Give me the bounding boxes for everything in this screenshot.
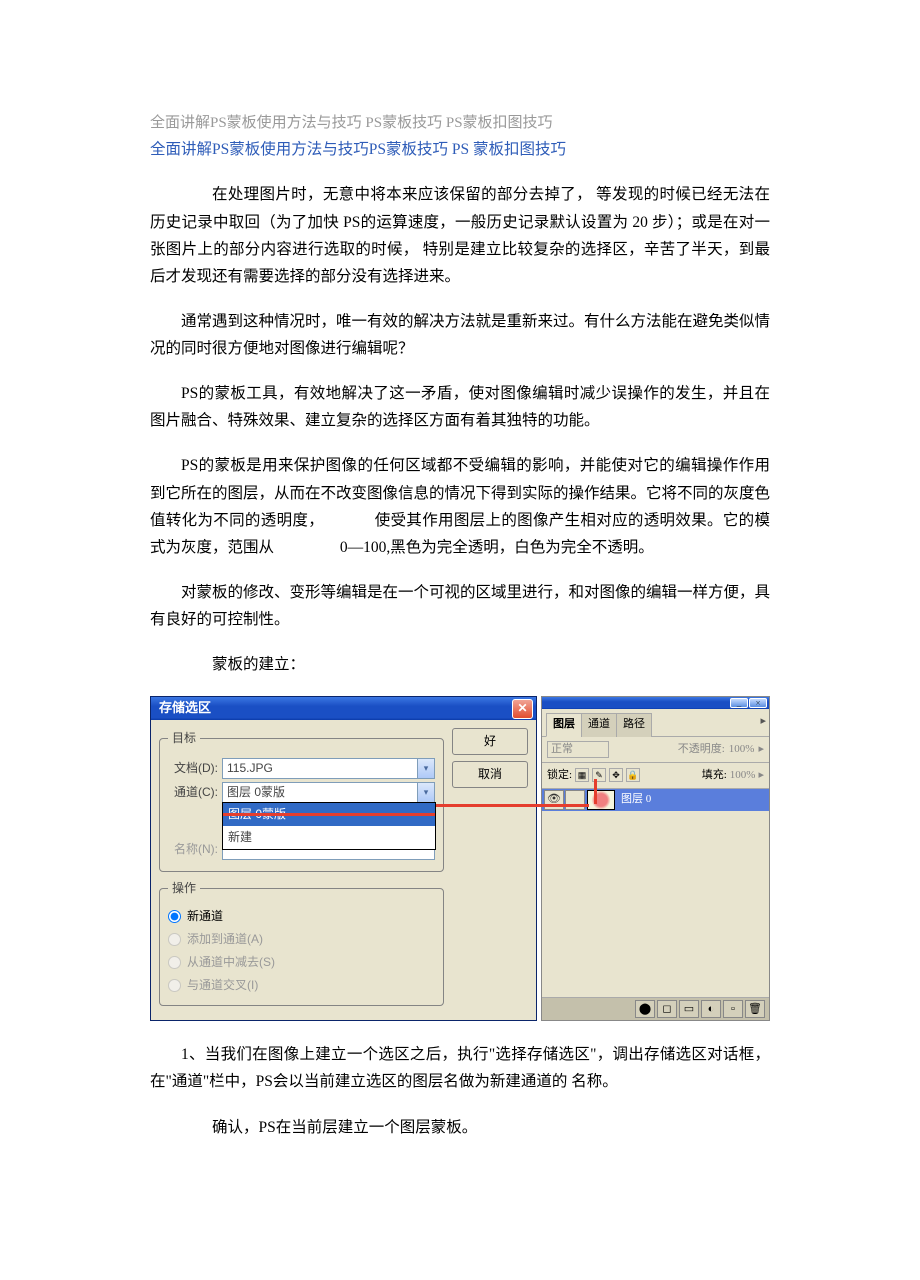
operation-fieldset: 操作 新通道 添加到通道(A) 从通道中减去(S) xyxy=(159,878,444,1006)
opacity-label: 不透明度: xyxy=(678,740,725,759)
minimize-icon[interactable]: _ xyxy=(730,698,748,708)
tab-layers[interactable]: 图层 xyxy=(546,713,582,736)
name-label: 名称(N): xyxy=(168,839,218,860)
dropdown-item-new[interactable]: 新建 xyxy=(223,826,435,849)
blend-mode-select[interactable]: 正常 xyxy=(547,741,609,758)
radio-input xyxy=(168,979,181,992)
ok-button[interactable]: 好 xyxy=(452,728,528,755)
radio-label: 添加到通道(A) xyxy=(187,929,263,950)
paragraph-6: 蒙板的建立： xyxy=(150,651,770,678)
trash-icon[interactable]: 🗑 xyxy=(745,1000,765,1018)
new-layer-icon[interactable]: ▫ xyxy=(723,1000,743,1018)
close-icon[interactable]: × xyxy=(749,698,767,708)
screenshot-composite: 存储选区 ✕ 目标 文档(D): 115.JPG ▾ 通道(C): xyxy=(150,696,770,1021)
radio-intersect: 与通道交叉(I) xyxy=(168,974,435,997)
operation-legend: 操作 xyxy=(168,878,200,899)
lock-move-icon[interactable]: ✥ xyxy=(609,768,623,782)
paragraph-1: 在处理图片时，无意中将本来应该保留的部分去掉了， 等发现的时候已经无法在历史记录… xyxy=(150,181,770,290)
title-main: 全面讲解PS蒙板使用方法与技巧PS蒙板技巧 PS 蒙板扣图技巧 xyxy=(150,136,770,163)
paragraph-4: PS的蒙板是用来保护图像的任何区域都不受编辑的影响，并能使对它的编辑操作作用到它… xyxy=(150,452,770,561)
radio-input xyxy=(168,956,181,969)
paragraph-7: 1、当我们在图像上建立一个选区之后，执行"选择存储选区"，调出存储选区对话框，在… xyxy=(150,1041,770,1095)
panel-titlebar: _ × xyxy=(542,697,769,709)
paragraph-2: 通常遇到这种情况时，唯一有效的解决方法就是重新来过。有什么方法能在避免类似情况的… xyxy=(150,308,770,362)
fx-icon[interactable]: ⬤ xyxy=(635,1000,655,1018)
tab-channels[interactable]: 通道 xyxy=(581,713,617,736)
chevron-down-icon[interactable]: ▾ xyxy=(417,759,434,778)
channel-dropdown: 图层 0蒙版 新建 xyxy=(222,802,436,850)
annotation-underline xyxy=(223,812,435,816)
chevron-down-icon[interactable]: ▾ xyxy=(417,783,434,802)
adjustment-icon[interactable]: ◐ xyxy=(701,1000,721,1018)
panel-tabs: 图层 通道 路径 ▸ xyxy=(542,709,769,736)
radio-input[interactable] xyxy=(168,910,181,923)
layer-row[interactable]: 👁 图层 0 xyxy=(542,789,769,811)
mask-icon[interactable]: ◻ xyxy=(657,1000,677,1018)
radio-input xyxy=(168,933,181,946)
title-light: 全面讲解PS蒙板使用方法与技巧 PS蒙板技巧 PS蒙板扣图技巧 xyxy=(150,110,770,136)
radio-label: 从通道中减去(S) xyxy=(187,952,275,973)
layer-name: 图层 0 xyxy=(621,790,651,809)
doc-select[interactable]: 115.JPG ▾ xyxy=(222,758,435,779)
annotation-connector-up xyxy=(594,779,597,804)
radio-new-channel[interactable]: 新通道 xyxy=(168,905,435,928)
opacity-value: 100% xyxy=(729,740,755,759)
doc-label: 文档(D): xyxy=(168,758,218,779)
doc-value: 115.JPG xyxy=(227,758,273,779)
paragraph-3: PS的蒙板工具，有效地解决了这一矛盾，使对图像编辑时减少误操作的发生，并且在图片… xyxy=(150,380,770,434)
p1a: 在处理图片时，无意中将本来应该保留的部分去掉了， xyxy=(212,186,592,203)
folder-icon[interactable]: ▭ xyxy=(679,1000,699,1018)
layer-thumbnail xyxy=(587,790,615,810)
target-legend: 目标 xyxy=(168,728,200,749)
radio-add: 添加到通道(A) xyxy=(168,928,435,951)
p4c: 0—100,黑色为完全透明，白色为完全不透明。 xyxy=(278,539,654,556)
channel-label: 通道(C): xyxy=(168,782,218,803)
close-icon[interactable]: ✕ xyxy=(512,699,533,719)
chevron-right-icon[interactable]: ▸ xyxy=(758,766,764,785)
panel-menu-icon[interactable]: ▸ xyxy=(760,712,769,735)
dialog-titlebar: 存储选区 ✕ xyxy=(151,697,536,720)
paragraph-5: 对蒙板的修改、变形等编辑是在一个可视的区域里进行，和对图像的编辑一样方便，具有良… xyxy=(150,579,770,633)
save-selection-dialog: 存储选区 ✕ 目标 文档(D): 115.JPG ▾ 通道(C): xyxy=(150,696,537,1021)
lock-row: 锁定: ▦ ✎ ✥ 🔒 填充: 100% ▸ xyxy=(542,763,769,789)
blend-row: 正常 不透明度: 100% ▸ xyxy=(542,737,769,763)
cancel-button[interactable]: 取消 xyxy=(452,761,528,788)
fill-value: 100% xyxy=(730,766,756,785)
channel-value: 图层 0蒙版 xyxy=(227,782,285,803)
layers-panel: _ × 图层 通道 路径 ▸ 正常 不透明度: 100% ▸ 锁定: ▦ ✎ ✥… xyxy=(541,696,770,1021)
channel-select[interactable]: 图层 0蒙版 ▾ xyxy=(222,782,435,803)
fill-label: 填充: xyxy=(702,766,727,785)
lock-label: 锁定: xyxy=(547,766,572,785)
radio-subtract: 从通道中减去(S) xyxy=(168,951,435,974)
lock-pixels-icon[interactable]: ▦ xyxy=(575,768,589,782)
lock-all-icon[interactable]: 🔒 xyxy=(626,768,640,782)
paragraph-8: 确认，PS在当前层建立一个图层蒙板。 xyxy=(150,1114,770,1141)
radio-label: 新通道 xyxy=(187,906,223,927)
panel-bottom-bar: ⬤ ◻ ▭ ◐ ▫ 🗑 xyxy=(542,997,769,1020)
target-fieldset: 目标 文档(D): 115.JPG ▾ 通道(C): 图层 0蒙版 ▾ xyxy=(159,728,444,872)
chevron-right-icon[interactable]: ▸ xyxy=(758,740,764,759)
tab-paths[interactable]: 路径 xyxy=(616,713,652,736)
radio-label: 与通道交叉(I) xyxy=(187,975,258,996)
dialog-title-text: 存储选区 xyxy=(159,697,211,720)
